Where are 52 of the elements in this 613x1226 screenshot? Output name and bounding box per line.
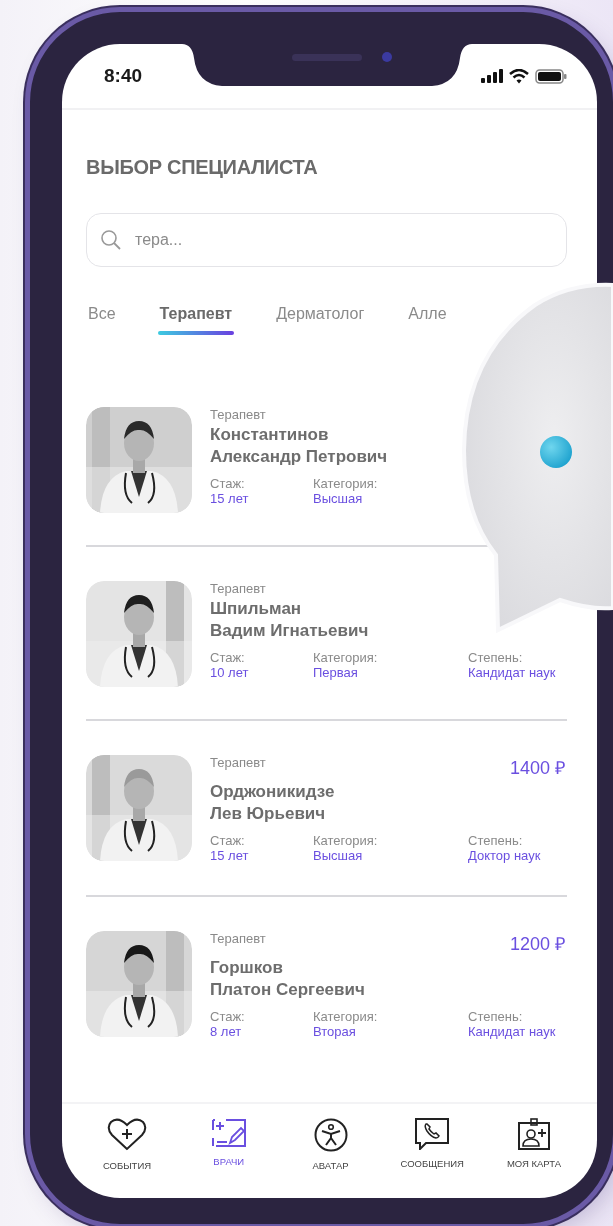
stat-value: Кандидат наук [468,665,556,681]
nav-tab[interactable]: СООБЩЕНИЯ [387,1118,478,1198]
wifi-icon [509,68,529,84]
status-time: 8:40 [104,65,143,87]
stat-value: Вторая [313,1024,357,1040]
doctor-specialty: Терапевт [210,407,266,422]
phone-message-icon [415,1118,450,1150]
stat-label: Степень: [468,650,524,666]
stat-value: Первая [313,665,359,681]
stat-label: Категория: [313,1009,379,1025]
screen-title: ВЫБОР СПЕЦИАЛИСТА [86,156,319,179]
stat-value: Высшая [313,491,364,507]
category-tab[interactable]: Дерматолог [274,297,367,335]
stat-label: Степень: [468,1009,524,1025]
doctor-name[interactable]: Орджоникидзе Лев Юрьевич [210,781,335,826]
stat-label: Категория: [313,833,379,849]
doctor-specialty: Терапевт [210,931,266,947]
signal-icon [481,69,503,83]
stat-label: Стаж: [210,650,246,666]
stat-label: Категория: [313,650,379,666]
nav-tab[interactable]: ВРАЧИ [183,1118,274,1198]
stat-value: 15 лет [210,848,250,864]
search-field[interactable]: тера... [86,213,567,267]
nav-tab[interactable]: МОЯ КАРТА [489,1118,579,1198]
category-tab[interactable]: Алле [406,297,449,335]
edit-board-icon [211,1118,246,1148]
stat-value: Высшая [313,848,364,864]
stat-value: Кандидат наук [468,1024,556,1040]
stat-label: Стаж: [210,476,246,492]
stat-value: 15 лет [210,491,250,507]
battery-icon [535,68,567,84]
doctor-price: 1200 ₽ [509,933,565,956]
accessibility-icon [313,1118,348,1152]
category-tab[interactable]: Все [86,297,118,335]
doctor-specialty: Терапевт [210,581,266,596]
nav-tab[interactable]: АВАТАР [285,1118,376,1198]
doctor-specialty: Терапевт [210,755,266,770]
id-card-add-icon [518,1118,550,1150]
doctor-name[interactable]: Горшков Платон Сергеевич [210,957,365,1002]
stat-label: Стаж: [210,833,246,849]
doctor-price: 1400 ₽ [509,757,565,779]
doctor-name[interactable]: Константинов Александр Петрович [210,424,388,469]
stat-label: Стаж: [210,1009,246,1025]
stat-label: Степень: [468,833,524,849]
stat-label: Категория: [313,476,379,492]
nav-tab[interactable]: СОБЫТИЯ [82,1118,172,1198]
doctor-name[interactable]: Шпильман Вадим Игнатьевич [210,598,369,643]
stat-value: 10 лет [210,665,250,681]
stat-value: 8 лет [210,1024,243,1040]
heart-plus-icon [107,1118,147,1152]
stat-value: Доктор наук [468,848,541,864]
category-tab[interactable]: Терапевт [157,297,235,335]
